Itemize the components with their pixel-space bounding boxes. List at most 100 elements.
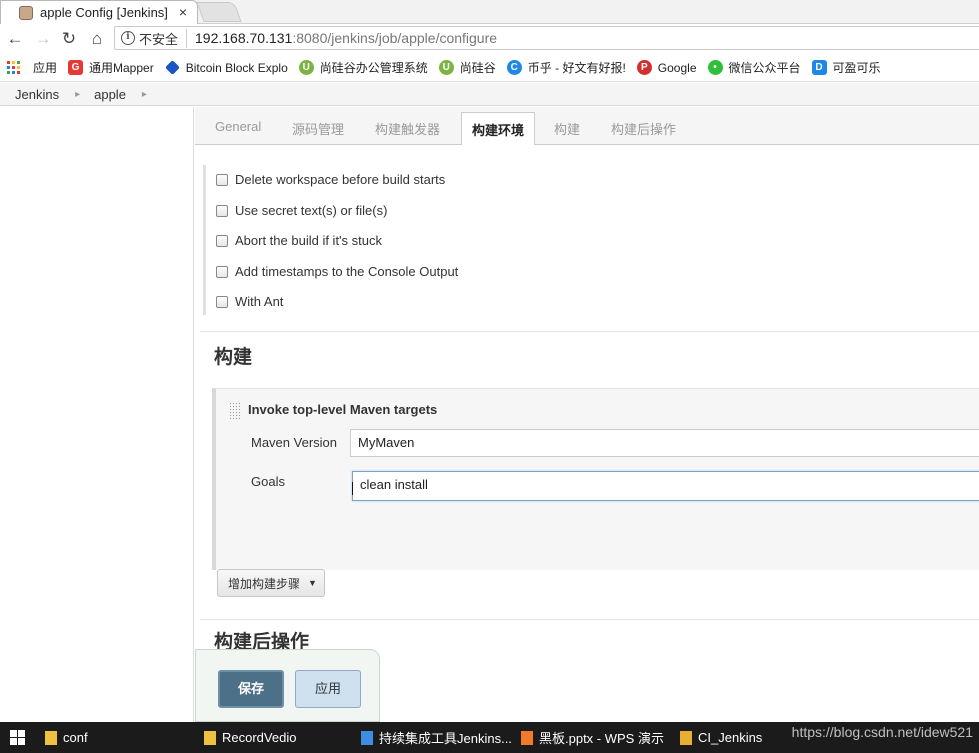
save-button[interactable]: 保存 [218, 670, 284, 708]
option-abort-stuck[interactable]: Abort the build if it's stuck [216, 233, 382, 248]
tab-title: apple Config [Jenkins] [40, 5, 168, 20]
config-form: Delete workspace before build starts Use… [195, 145, 979, 722]
section-indent-bar [203, 165, 206, 315]
d-icon: D [811, 60, 827, 75]
bookmark-label: 可盈可乐 [832, 61, 881, 75]
tab-build[interactable]: 构建 [554, 119, 580, 138]
home-icon[interactable]: ⌂ [86, 27, 108, 51]
breadcrumb: Jenkins ▸ apple ▸ [0, 83, 979, 106]
folder-icon [204, 730, 216, 745]
app-icon [680, 730, 692, 745]
url-host: 192.168.70.131 [195, 30, 293, 46]
bookmark-apps[interactable]: 应用 [7, 59, 57, 76]
bookmark-item[interactable]: U 尚硅谷办公管理系统 [298, 59, 428, 76]
url-path: :8080/jenkins/job/apple/configure [292, 30, 498, 46]
close-tab-icon[interactable]: × [179, 4, 187, 20]
taskbar-item-label: CI_Jenkins [698, 730, 763, 745]
taskbar-item[interactable]: conf [45, 722, 88, 753]
add-build-step-label: 增加构建步骤 [228, 576, 301, 591]
taskbar-item-label: RecordVedio [222, 730, 297, 745]
option-with-ant[interactable]: With Ant [216, 294, 283, 309]
section-title-build: 构建 [214, 347, 253, 368]
u-icon: U [438, 60, 454, 75]
taskbar-item[interactable]: 黑板.pptx - WPS 演示 [521, 722, 664, 753]
bookmark-label: 尚硅谷 [459, 61, 496, 75]
bookmark-label: 微信公众平台 [728, 61, 801, 75]
document-icon [361, 730, 373, 745]
bookmark-item[interactable]: • 微信公众平台 [707, 59, 801, 76]
step-title: Invoke top-level Maven targets [248, 402, 438, 417]
drag-handle-icon[interactable] [229, 402, 241, 420]
presentation-icon [521, 730, 533, 745]
taskbar-item-label: 黑板.pptx - WPS 演示 [539, 731, 664, 746]
breadcrumb-jenkins[interactable]: Jenkins [15, 87, 59, 102]
option-label: Use secret text(s) or file(s) [235, 203, 388, 218]
config-tab-bar: General 源码管理 构建触发器 构建环境 构建 构建后操作 [195, 107, 979, 146]
wechat-icon: • [707, 60, 723, 75]
chevron-right-icon[interactable]: ▸ [142, 89, 147, 100]
checkbox[interactable] [216, 265, 228, 278]
caret-down-icon: ▼ [308, 578, 317, 588]
browser-tab[interactable]: apple Config [Jenkins] × [0, 0, 198, 24]
forward-arrow-icon[interactable]: → [32, 27, 54, 51]
new-tab-button[interactable] [196, 2, 242, 22]
section-divider [200, 619, 979, 620]
checkbox[interactable] [216, 295, 228, 308]
tab-triggers[interactable]: 构建触发器 [375, 119, 440, 138]
goals-label: Goals [251, 474, 285, 489]
bookmark-item[interactable]: U 尚硅谷 [438, 59, 496, 76]
breadcrumb-job[interactable]: apple [94, 87, 126, 102]
tab-post-build[interactable]: 构建后操作 [611, 119, 676, 138]
option-timestamps[interactable]: Add timestamps to the Console Output [216, 264, 458, 279]
folder-icon [45, 730, 57, 745]
tab-build-environment[interactable]: 构建环境 [461, 112, 536, 146]
add-build-step-button[interactable]: 增加构建步骤 ▼ [217, 569, 325, 597]
chevron-right-icon[interactable]: ▸ [75, 89, 80, 100]
maven-build-step: Invoke top-level Maven targets Maven Ver… [212, 388, 979, 570]
bookmark-label: 尚硅谷办公管理系统 [319, 61, 428, 75]
back-arrow-icon[interactable]: ← [4, 27, 26, 51]
diamond-icon [164, 60, 180, 75]
option-label: Add timestamps to the Console Output [235, 264, 459, 279]
option-secret-text[interactable]: Use secret text(s) or file(s) [216, 203, 387, 218]
bookmark-item[interactable]: G 通用Mapper [68, 59, 154, 76]
maven-version-label: Maven Version [251, 435, 337, 450]
address-bar[interactable]: i 不安全 192.168.70.131:8080/jenkins/job/ap… [114, 26, 979, 50]
apps-grid-icon [7, 61, 20, 74]
windows-start-icon[interactable] [10, 730, 25, 745]
goals-input[interactable]: clean install [352, 471, 979, 501]
taskbar-item[interactable]: RecordVedio [204, 722, 296, 753]
bookmark-label: 币乎 - 好文有好报! [527, 61, 626, 75]
tab-scm[interactable]: 源码管理 [292, 119, 344, 138]
taskbar-item-label: conf [63, 730, 88, 745]
option-delete-workspace[interactable]: Delete workspace before build starts [216, 172, 445, 187]
jenkins-favicon-icon [19, 5, 33, 20]
bookmark-item[interactable]: C 币乎 - 好文有好报! [506, 59, 626, 76]
taskbar-item-label: 持续集成工具Jenkins... [379, 731, 512, 746]
form-action-bar: 保存 应用 [195, 649, 380, 722]
bookmark-item[interactable]: D 可盈可乐 [811, 59, 881, 76]
checkbox[interactable] [216, 173, 228, 186]
bookmark-label: 应用 [33, 61, 58, 75]
option-label: Abort the build if it's stuck [235, 233, 382, 248]
checkbox[interactable] [216, 234, 228, 247]
bookmark-item[interactable]: P Google [636, 60, 697, 75]
bookmark-item[interactable]: Bitcoin Block Explo [164, 60, 288, 75]
bookmarks-bar: 应用 G 通用Mapper Bitcoin Block Explo U 尚硅谷办… [0, 54, 979, 82]
c-icon: C [506, 60, 522, 75]
checkbox[interactable] [216, 204, 228, 217]
taskbar-item[interactable]: 持续集成工具Jenkins... [361, 722, 512, 753]
side-panel [0, 107, 194, 722]
watermark: https://blog.csdn.net/idew521 [791, 724, 973, 740]
security-label[interactable]: 不安全 [139, 28, 188, 48]
maven-version-select[interactable]: MyMaven [350, 429, 979, 457]
reload-icon[interactable]: ↻ [58, 27, 80, 51]
taskbar-item[interactable]: CI_Jenkins [680, 722, 762, 753]
os-taskbar: conf RecordVedio 持续集成工具Jenkins... 黑板.ppt… [0, 722, 979, 753]
browser-tab-strip: apple Config [Jenkins] × [0, 0, 979, 24]
bookmark-label: Google [657, 60, 697, 75]
tab-general[interactable]: General [215, 119, 261, 134]
apply-button[interactable]: 应用 [295, 670, 361, 708]
info-icon[interactable]: i [121, 31, 135, 45]
u-icon: U [298, 60, 314, 75]
